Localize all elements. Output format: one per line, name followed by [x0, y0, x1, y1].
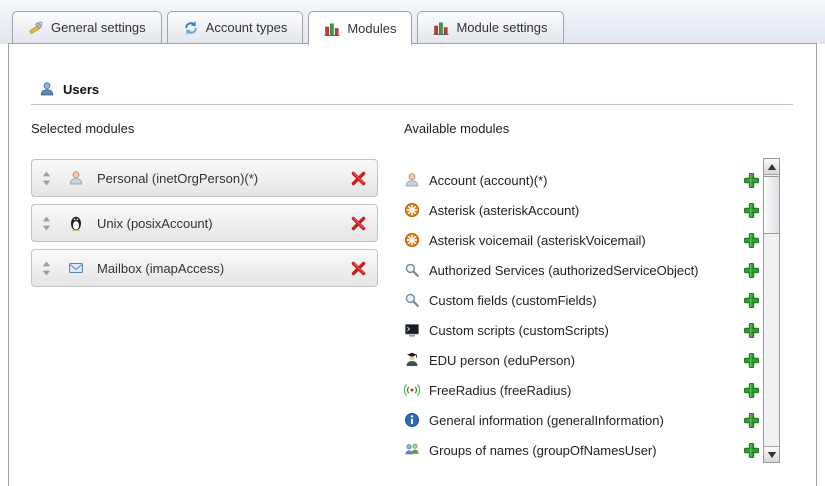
- refresh-icon: [183, 20, 199, 36]
- magnifier-icon: [404, 262, 420, 278]
- available-module-label: EDU person (eduPerson): [429, 353, 575, 368]
- selected-module-label: Unix (posixAccount): [97, 216, 213, 231]
- add-module-button[interactable]: [743, 262, 760, 279]
- available-modules-list: Account (account)(*) Asterisk (asteriskAc…: [404, 165, 760, 465]
- available-modules-scrollbar[interactable]: [763, 158, 780, 463]
- chart-icon: [433, 20, 449, 36]
- add-module-button[interactable]: [743, 412, 760, 429]
- available-module-row: FreeRadius (freeRadius): [404, 375, 760, 405]
- available-module-label: Account (account)(*): [429, 173, 548, 188]
- group-icon: [404, 442, 420, 458]
- tab-label: Modules: [347, 21, 396, 36]
- selected-modules-list: Personal (inetOrgPerson)(*) Unix (posixAc…: [31, 159, 378, 294]
- person-icon: [404, 172, 420, 188]
- tab-label: Module settings: [456, 20, 547, 35]
- selected-module-row[interactable]: Personal (inetOrgPerson)(*): [31, 159, 378, 197]
- magnifier-icon: [404, 292, 420, 308]
- tab-label: Account types: [206, 20, 288, 35]
- drag-handle-icon[interactable]: [42, 216, 51, 231]
- person-icon: [68, 170, 84, 186]
- antenna-icon: [404, 382, 420, 398]
- available-module-row: Asterisk (asteriskAccount): [404, 195, 760, 225]
- terminal-icon: [404, 322, 420, 338]
- selected-module-label: Mailbox (imapAccess): [97, 261, 224, 276]
- chart-icon: [324, 21, 340, 37]
- tab-general-settings[interactable]: General settings: [12, 11, 162, 44]
- graduate-icon: [404, 352, 420, 368]
- available-module-label: Groups of names (groupOfNamesUser): [429, 443, 657, 458]
- selected-module-row[interactable]: Mailbox (imapAccess): [31, 249, 378, 287]
- tools-icon: [28, 20, 44, 36]
- scrollbar-down-button[interactable]: [764, 446, 779, 462]
- available-module-row: Custom fields (customFields): [404, 285, 760, 315]
- scrollbar-up-button[interactable]: [764, 159, 779, 175]
- available-module-label: Authorized Services (authorizedServiceOb…: [429, 263, 699, 278]
- add-module-button[interactable]: [743, 442, 760, 459]
- add-module-button[interactable]: [743, 322, 760, 339]
- available-module-label: Custom scripts (customScripts): [429, 323, 609, 338]
- available-module-row: Asterisk voicemail (asteriskVoicemail): [404, 225, 760, 255]
- selected-module-label: Personal (inetOrgPerson)(*): [97, 171, 258, 186]
- user-icon: [39, 81, 55, 97]
- configuration-panel: Users Selected modules Available modules…: [8, 43, 817, 486]
- selected-module-row[interactable]: Unix (posixAccount): [31, 204, 378, 242]
- asterisk-icon: [404, 232, 420, 248]
- available-module-label: FreeRadius (freeRadius): [429, 383, 571, 398]
- tab-account-types[interactable]: Account types: [167, 11, 304, 44]
- add-module-button[interactable]: [743, 382, 760, 399]
- available-module-label: Asterisk voicemail (asteriskVoicemail): [429, 233, 646, 248]
- available-module-row: General information (generalInformation): [404, 405, 760, 435]
- section-divider: [31, 104, 793, 105]
- tab-bar: General settings Account types Modules Modu…: [12, 11, 564, 46]
- penguin-icon: [68, 215, 84, 231]
- add-module-button[interactable]: [743, 292, 760, 309]
- asterisk-icon: [404, 202, 420, 218]
- section-header: Users: [39, 81, 99, 97]
- section-title: Users: [63, 82, 99, 97]
- add-module-button[interactable]: [743, 232, 760, 249]
- info-icon: [404, 412, 420, 428]
- available-module-row: Authorized Services (authorizedServiceOb…: [404, 255, 760, 285]
- add-module-button[interactable]: [743, 202, 760, 219]
- available-modules-heading: Available modules: [404, 121, 509, 136]
- selected-modules-heading: Selected modules: [31, 121, 134, 136]
- tab-modules[interactable]: Modules: [308, 11, 412, 46]
- available-module-row: EDU person (eduPerson): [404, 345, 760, 375]
- mail-icon: [68, 260, 84, 276]
- scrollbar-thumb[interactable]: [764, 176, 779, 234]
- add-module-button[interactable]: [743, 172, 760, 189]
- drag-handle-icon[interactable]: [42, 261, 51, 276]
- remove-module-button[interactable]: [350, 215, 367, 232]
- tab-module-settings[interactable]: Module settings: [417, 11, 563, 44]
- tab-label: General settings: [51, 20, 146, 35]
- available-module-label: General information (generalInformation): [429, 413, 664, 428]
- remove-module-button[interactable]: [350, 260, 367, 277]
- drag-handle-icon[interactable]: [42, 171, 51, 186]
- remove-module-button[interactable]: [350, 170, 367, 187]
- available-module-row: Groups of names (groupOfNamesUser): [404, 435, 760, 465]
- available-module-row: Custom scripts (customScripts): [404, 315, 760, 345]
- available-module-label: Custom fields (customFields): [429, 293, 597, 308]
- add-module-button[interactable]: [743, 352, 760, 369]
- available-module-row: Account (account)(*): [404, 165, 760, 195]
- available-module-label: Asterisk (asteriskAccount): [429, 203, 579, 218]
